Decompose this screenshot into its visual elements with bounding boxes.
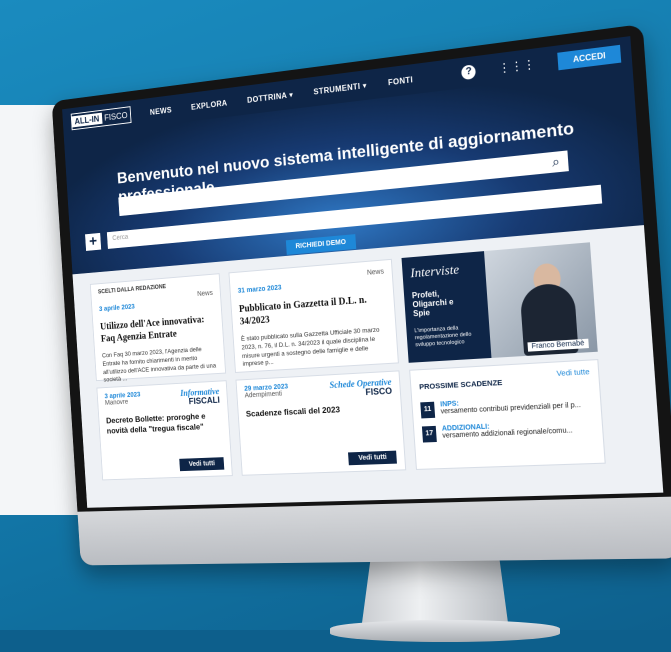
schede-card[interactable]: 29 marzo 2023 Adempimenti Schede Operati… bbox=[235, 370, 407, 476]
card-date: 31 marzo 2023 bbox=[237, 284, 282, 295]
card-headline[interactable]: Scadenze fiscali del 2023 bbox=[246, 402, 394, 420]
search-icon[interactable]: ⌕ bbox=[552, 153, 561, 170]
nav-news[interactable]: NEWS bbox=[150, 105, 172, 116]
card-headline[interactable]: Pubblicato in Gazzetta il D.L. n. 34/202… bbox=[239, 292, 387, 328]
scadenze-title: PROSSIME SCADENZE bbox=[418, 377, 503, 392]
logo[interactable]: ALL-IN FISCO bbox=[70, 106, 132, 131]
card-category: Manovre bbox=[104, 398, 129, 407]
interviste-panel[interactable]: Interviste Profeti, Oligarchi e Spie L'i… bbox=[401, 242, 598, 363]
calendar-icon: 17 bbox=[421, 425, 437, 443]
add-button[interactable]: + bbox=[85, 232, 102, 251]
nav-dottrina[interactable]: DOTTRINA ▾ bbox=[247, 90, 294, 104]
login-button[interactable]: ACCEDI bbox=[557, 44, 622, 70]
logo-part-b: FISCO bbox=[103, 110, 128, 123]
scadenza-item[interactable]: 17 ADDIZIONALI: versamento addizionali r… bbox=[421, 419, 594, 443]
interviste-title: Interviste bbox=[409, 261, 460, 281]
scadenze-panel: PROSSIME SCADENZE Vedi tutte 11 INPS: ve… bbox=[409, 359, 606, 470]
news-card-2[interactable]: 31 marzo 2023 News Pubblicato in Gazzett… bbox=[228, 258, 399, 373]
monitor: ALL-IN FISCO NEWS EXPLORA DOTTRINA ▾ STR… bbox=[51, 23, 671, 566]
help-icon[interactable]: ? bbox=[461, 64, 477, 81]
informative-card[interactable]: 3 aprile 2023 Manovre Informative FISCAL… bbox=[96, 380, 233, 481]
monitor-chin bbox=[77, 496, 671, 566]
nav-strumenti[interactable]: STRUMENTI ▾ bbox=[313, 81, 367, 96]
nav-spacer bbox=[435, 76, 440, 77]
card-body: Con Faq 30 marzo 2023, l'Agenzia delle E… bbox=[101, 346, 217, 384]
interviste-subtitle: Profeti, Oligarchi e Spie bbox=[411, 289, 454, 319]
see-all-button[interactable]: Vedi tutti bbox=[179, 457, 225, 472]
content-area: SCELTI DALLA REDAZIONE 3 aprile 2023 New… bbox=[72, 225, 664, 508]
card-category: News bbox=[197, 290, 214, 298]
nav-fonti[interactable]: FONTI bbox=[388, 75, 413, 87]
card-headline[interactable]: Decreto Bollette: proroghe e novità dell… bbox=[106, 410, 222, 436]
nav-explora[interactable]: EXPLORA bbox=[191, 98, 228, 111]
card-body: È stato pubblicato sulla Gazzetta Uffici… bbox=[240, 326, 380, 368]
apps-grid-icon[interactable]: ⋮⋮⋮ bbox=[498, 57, 536, 76]
monitor-base bbox=[330, 620, 560, 642]
card-category: News bbox=[366, 268, 385, 277]
card-category: Adempimenti bbox=[244, 390, 283, 400]
logo-part-a: ALL-IN bbox=[71, 112, 103, 128]
card-headline[interactable]: Utilizzo dell'Ace innovativa: Faq Agenzi… bbox=[100, 313, 216, 346]
scadenza-item[interactable]: 11 INPS: versamento contributi previdenz… bbox=[420, 394, 592, 419]
screen: ALL-IN FISCO NEWS EXPLORA DOTTRINA ▾ STR… bbox=[62, 36, 664, 508]
card-date: 3 aprile 2023 bbox=[98, 303, 135, 313]
see-all-button[interactable]: Vedi tutti bbox=[348, 450, 397, 466]
calendar-icon: 11 bbox=[420, 401, 436, 419]
news-card-1[interactable]: SCELTI DALLA REDAZIONE 3 aprile 2023 New… bbox=[89, 273, 227, 384]
interviste-caption: L'importanza della regolamentazione dell… bbox=[414, 325, 472, 349]
scadenze-see-all-link[interactable]: Vedi tutte bbox=[556, 367, 590, 378]
